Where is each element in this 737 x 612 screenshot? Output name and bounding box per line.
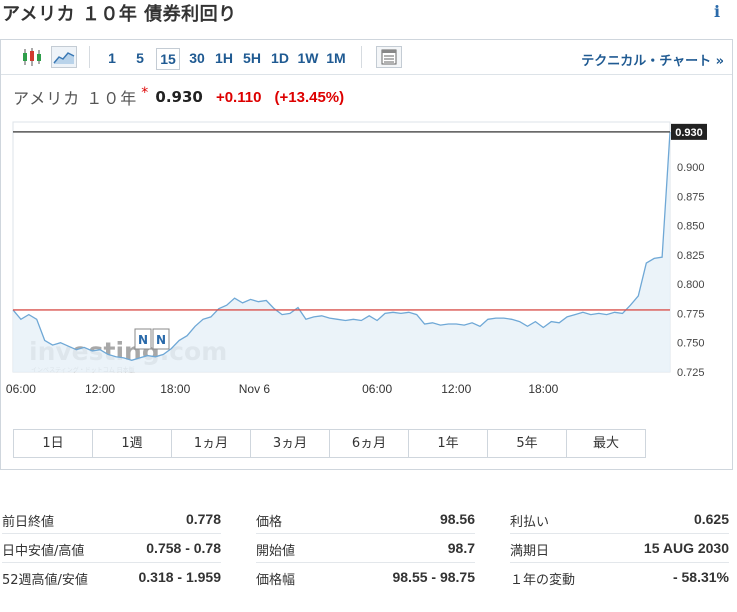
stat-label: 価格 xyxy=(256,515,283,530)
interval-1d[interactable]: 1D xyxy=(269,48,291,70)
stat-row: 日中安値/高値 0.758 - 0.78 xyxy=(2,534,221,563)
stat-row: 開始値 98.7 xyxy=(256,534,475,563)
stat-value: 98.7 xyxy=(447,540,475,556)
range-button[interactable]: 1週 xyxy=(92,429,172,458)
interval-1m[interactable]: 1M xyxy=(323,48,349,70)
instrument-name: アメリカ １０年 xyxy=(13,89,138,108)
stat-label: 日中安値/高値 xyxy=(2,544,85,559)
range-button[interactable]: 1日 xyxy=(13,429,93,458)
stats-column-3: 利払い 0.625 満期日 15 AUG 2030 １年の変動 - 58.31% xyxy=(510,505,729,592)
x-tick-label: 18:00 xyxy=(528,382,558,396)
stat-row: 52週高値/安値 0.318 - 1.959 xyxy=(2,563,221,592)
candlestick-icon[interactable] xyxy=(19,46,45,68)
range-button[interactable]: 最大 xyxy=(566,429,646,458)
stat-row: 前日終値 0.778 xyxy=(2,505,221,534)
chart-toolbar: 1 5 15 30 1H 5H 1D 1W 1M テクニカル・チャート » xyxy=(1,40,732,75)
stat-label: 利払い xyxy=(510,515,550,530)
delayed-star-icon: * xyxy=(141,85,149,101)
stat-value: 0.778 xyxy=(185,511,221,527)
stat-value: 0.318 - 1.959 xyxy=(138,569,221,585)
interval-5h[interactable]: 5H xyxy=(241,48,263,70)
stat-value: 0.625 xyxy=(693,511,729,527)
price-change-percent: (+13.45%) xyxy=(274,88,345,106)
y-tick-label: 0.825 xyxy=(677,250,705,262)
watermark-n-icon-letter: N xyxy=(156,333,166,347)
y-tick-label: 0.775 xyxy=(677,308,705,320)
stat-row: 価格 98.56 xyxy=(256,505,475,534)
interval-1w[interactable]: 1W xyxy=(295,48,321,70)
stat-value: 98.55 - 98.75 xyxy=(392,569,475,585)
x-tick-label: 06:00 xyxy=(362,382,392,396)
stat-label: 価格幅 xyxy=(256,573,296,588)
stat-label: 開始値 xyxy=(256,544,296,559)
stat-row: 利払い 0.625 xyxy=(510,505,729,534)
stat-value: 98.56 xyxy=(439,511,475,527)
chart-widget: 1 5 15 30 1H 5H 1D 1W 1M テクニカル・チャート » アメリカ １０年 * … xyxy=(0,39,733,470)
info-icon[interactable]: i xyxy=(707,2,727,22)
range-button[interactable]: 5年 xyxy=(487,429,567,458)
y-tick-label: 0.725 xyxy=(677,367,705,379)
interval-1[interactable]: 1 xyxy=(103,48,121,70)
interval-5[interactable]: 5 xyxy=(131,48,149,70)
stats-column-2: 価格 98.56 開始値 98.7 価格幅 98.55 - 98.75 xyxy=(256,505,475,592)
watermark-n-icon-letter: N xyxy=(138,333,148,347)
y-tick-label: 0.850 xyxy=(677,221,705,233)
toolbar-separator xyxy=(89,46,90,68)
stats-column-1: 前日終値 0.778 日中安値/高値 0.758 - 0.78 52週高値/安値 0.31… xyxy=(2,505,221,592)
stat-label: 満期日 xyxy=(510,544,550,559)
technical-chart-link[interactable]: テクニカル・チャート » xyxy=(581,50,724,69)
price-change: +0.110 xyxy=(215,88,262,106)
page-title: アメリカ １０年 債券利回り xyxy=(2,4,237,25)
interval-30[interactable]: 30 xyxy=(186,48,208,70)
range-button[interactable]: 1ヵ月 xyxy=(171,429,251,458)
toolbar-separator xyxy=(361,46,362,68)
last-price: 0.930 xyxy=(155,88,203,106)
x-tick-label: 12:00 xyxy=(85,382,115,396)
quote-header: アメリカ １０年 * 0.930 +0.110 (+13.45%) xyxy=(13,85,345,108)
range-button[interactable]: 1年 xyxy=(408,429,488,458)
table-icon[interactable] xyxy=(376,46,402,68)
stat-label: 前日終値 xyxy=(2,515,55,530)
y-tick-label: 0.900 xyxy=(677,162,705,174)
x-tick-label: Nov 6 xyxy=(239,382,271,396)
y-tick-label: 0.875 xyxy=(677,191,705,203)
time-range-selector: 1日 1週 1ヵ月 3ヵ月 6ヵ月 1年 5年 最大 xyxy=(13,429,646,458)
stat-row: １年の変動 - 58.31% xyxy=(510,563,729,592)
stat-value: - 58.31% xyxy=(672,569,729,585)
x-tick-label: 12:00 xyxy=(441,382,471,396)
stat-label: １年の変動 xyxy=(510,573,576,588)
stat-value: 0.758 - 0.78 xyxy=(146,540,221,556)
last-price-tag-label: 0.930 xyxy=(675,127,703,139)
range-button[interactable]: 3ヵ月 xyxy=(250,429,330,458)
price-chart[interactable]: investing.comインベスティング・ドットコム 日本版NN0.9300.… xyxy=(1,110,732,425)
y-tick-label: 0.800 xyxy=(677,279,705,291)
stat-label: 52週高値/安値 xyxy=(2,573,88,588)
y-tick-label: 0.750 xyxy=(677,338,705,350)
interval-15[interactable]: 15 xyxy=(156,48,180,70)
area-chart-icon[interactable] xyxy=(51,46,77,68)
stat-value: 15 AUG 2030 xyxy=(643,540,729,556)
interval-1h[interactable]: 1H xyxy=(213,48,235,70)
stat-row: 価格幅 98.55 - 98.75 xyxy=(256,563,475,592)
x-tick-label: 18:00 xyxy=(160,382,190,396)
x-tick-label: 06:00 xyxy=(6,382,36,396)
stat-row: 満期日 15 AUG 2030 xyxy=(510,534,729,563)
range-button[interactable]: 6ヵ月 xyxy=(329,429,409,458)
